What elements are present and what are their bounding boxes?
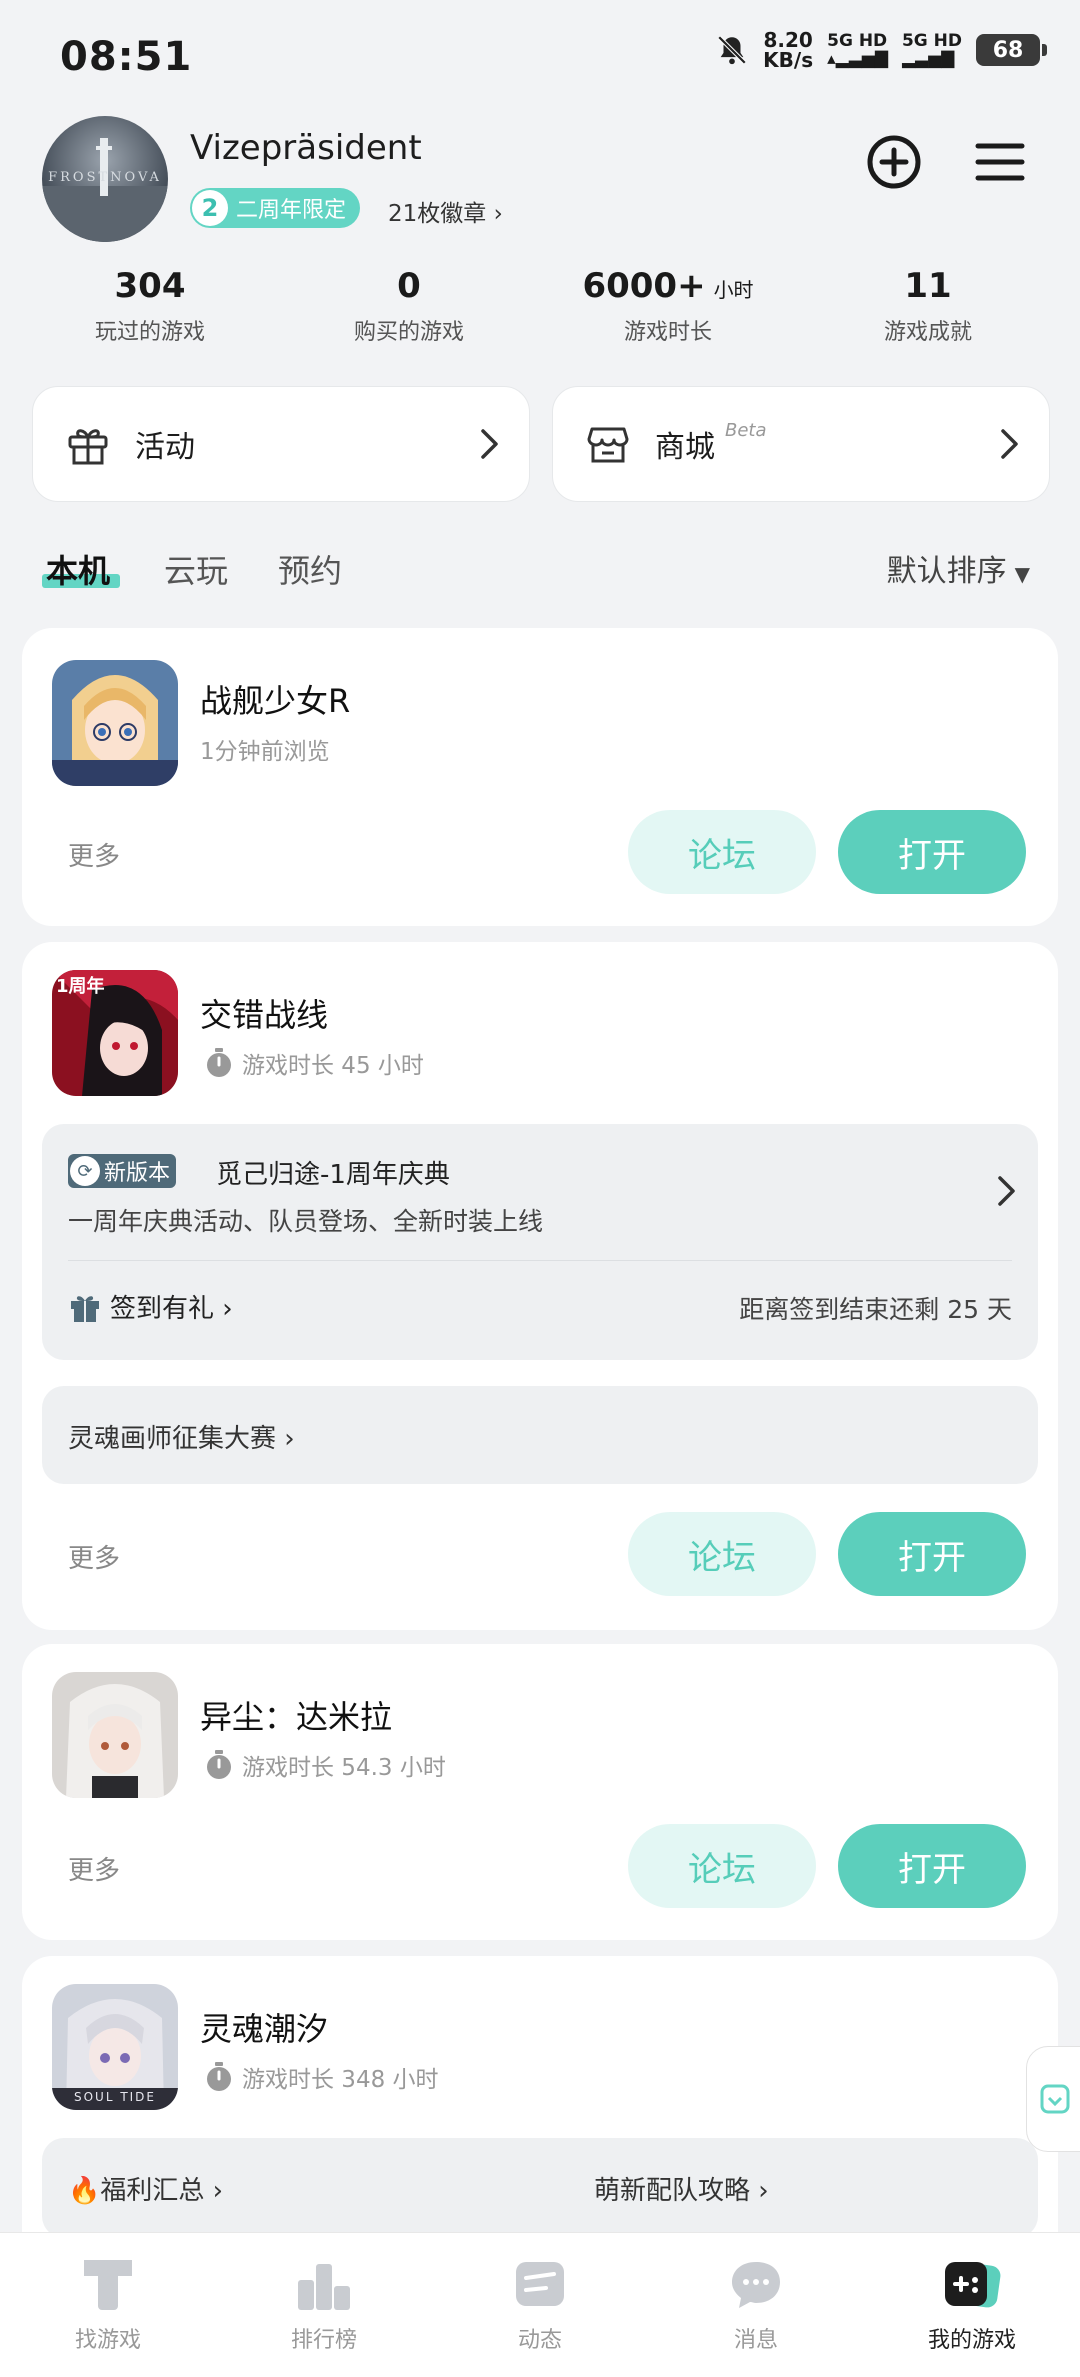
- game-icon[interactable]: [52, 1672, 178, 1798]
- badge-number: 2: [192, 190, 228, 226]
- game-icon[interactable]: SOUL TIDE: [52, 1984, 178, 2110]
- open-button[interactable]: 打开: [838, 1512, 1026, 1596]
- activity-label: 活动: [135, 430, 195, 465]
- open-button[interactable]: 打开: [838, 810, 1026, 894]
- game-sub: 1分钟前浏览: [200, 739, 330, 765]
- game-playtime: 游戏时长 54.3 小时: [204, 1748, 446, 1782]
- divider: [68, 1260, 1012, 1261]
- caret-down-icon: ▼: [1014, 562, 1030, 586]
- chevron-right-icon: [1001, 429, 1018, 459]
- network-speed: 8.20 KB/s: [763, 28, 814, 72]
- avatar[interactable]: FROSTNOVA: [42, 116, 168, 242]
- game-icon[interactable]: 1周年: [52, 970, 178, 1096]
- badge-label: 二周年限定: [236, 198, 347, 223]
- game-card-2[interactable]: 1周年 交错战线 游戏时长 45 小时 ⟳ 新版本 觅己归途-1周年庆典 一周年…: [22, 942, 1058, 1630]
- icon-anniversary-text: 1周年: [56, 976, 105, 997]
- guide-link[interactable]: 萌新配队攻略 ›: [594, 2170, 769, 2207]
- refresh-icon: ⟳: [70, 1156, 100, 1186]
- game-links-panel: 🔥福利汇总 › 萌新配队攻略 ›: [42, 2138, 1038, 2238]
- more-button[interactable]: 更多: [68, 836, 120, 873]
- game-name: 异尘：达米拉: [200, 1698, 393, 1736]
- forum-button[interactable]: 论坛: [628, 1512, 816, 1596]
- store-icon: [587, 427, 629, 463]
- more-button[interactable]: 更多: [68, 1850, 120, 1887]
- bell-muted-icon: [717, 35, 747, 65]
- update-panel[interactable]: ⟳ 新版本 觅己归途-1周年庆典 一周年庆典活动、队员登场、全新时装上线 签到有…: [42, 1124, 1038, 1360]
- anniversary-badge[interactable]: 2 二周年限定: [190, 188, 361, 228]
- stopwatch-icon: [207, 1750, 231, 1779]
- chevron-right-icon: [998, 1176, 1015, 1206]
- game-name: 战舰少女R: [200, 682, 351, 720]
- game-card-4[interactable]: SOUL TIDE 灵魂潮汐 游戏时长 348 小时 🔥福利汇总 › 萌新配队攻…: [22, 1956, 1058, 2276]
- find-games-icon: [84, 2260, 132, 2310]
- checkin-remaining: 距离签到结束还剩 25 天: [739, 1295, 1012, 1324]
- stopwatch-icon: [207, 1048, 231, 1077]
- nav-find-games[interactable]: 找游戏: [28, 2256, 188, 2354]
- game-name: 灵魂潮汐: [200, 2010, 329, 2048]
- contest-panel[interactable]: 灵魂画师征集大赛 ›: [42, 1386, 1038, 1484]
- signal-1: 5G HD ▴▂▃▅▇: [827, 31, 888, 69]
- store-card[interactable]: 商城 Beta: [552, 386, 1050, 502]
- rankings-icon: [298, 2264, 350, 2310]
- stat-achievements[interactable]: 11 游戏成就: [828, 266, 1028, 346]
- feed-icon: [516, 2262, 564, 2306]
- username[interactable]: Vizepräsident: [190, 128, 422, 168]
- forum-button[interactable]: 论坛: [628, 810, 816, 894]
- stat-purchased[interactable]: 0 购买的游戏: [309, 266, 509, 346]
- game-icon[interactable]: [52, 660, 178, 786]
- my-games-icon: [945, 2262, 1001, 2308]
- contest-link: 灵魂画师征集大赛 ›: [68, 1424, 295, 1454]
- status-bar: 08:51 8.20 KB/s 5G HD ▴▂▃▅▇ 5G HD ▂▃▅▇ 68: [0, 0, 1080, 110]
- open-button[interactable]: 打开: [838, 1824, 1026, 1908]
- chevron-right-icon: [481, 429, 498, 459]
- gift-icon: [68, 429, 108, 465]
- signal-2: 5G HD ▂▃▅▇: [901, 31, 962, 69]
- beta-label: Beta: [725, 419, 767, 441]
- tab-reserve[interactable]: 预约: [278, 546, 342, 592]
- nav-rankings[interactable]: 排行榜: [244, 2256, 404, 2354]
- sort-dropdown[interactable]: 默认排序 ▼: [887, 546, 1030, 590]
- more-button[interactable]: 更多: [68, 1538, 120, 1575]
- messages-icon: [732, 2262, 780, 2308]
- game-playtime: 游戏时长 45 小时: [204, 1046, 424, 1080]
- gift-icon: [71, 1295, 99, 1322]
- warship-girls-icon: [52, 660, 178, 786]
- battery-icon: 68: [976, 34, 1047, 66]
- welfare-link[interactable]: 🔥福利汇总 ›: [68, 2170, 223, 2207]
- nav-messages[interactable]: 消息: [676, 2256, 836, 2354]
- forum-button[interactable]: 论坛: [628, 1824, 816, 1908]
- new-version-tag: ⟳ 新版本: [68, 1154, 177, 1188]
- stopwatch-icon: [207, 2062, 231, 2091]
- stat-playtime[interactable]: 6000+ 小时 游戏时长: [568, 266, 768, 346]
- game-card-1[interactable]: 战舰少女R 1分钟前浏览 更多 论坛 打开: [22, 628, 1058, 926]
- medals-link[interactable]: 21枚徽章 ›: [388, 194, 503, 228]
- download-icon: [1040, 2084, 1070, 2114]
- stat-played[interactable]: 304 玩过的游戏: [50, 266, 250, 346]
- download-float-button[interactable]: [1026, 2046, 1080, 2152]
- update-title: 觅己归途-1周年庆典: [216, 1160, 450, 1190]
- activity-card[interactable]: 活动: [32, 386, 530, 502]
- menu-icon[interactable]: [970, 132, 1030, 192]
- icon-soul-tide-text: SOUL TIDE: [73, 2090, 157, 2104]
- game-playtime: 游戏时长 348 小时: [204, 2060, 439, 2094]
- nav-my-games[interactable]: 我的游戏: [892, 2256, 1052, 2354]
- add-circle-icon[interactable]: [864, 132, 924, 192]
- store-label: 商城: [655, 430, 715, 465]
- checkin-link[interactable]: 签到有礼 ›: [68, 1288, 233, 1325]
- game-name: 交错战线: [200, 996, 329, 1034]
- update-desc: 一周年庆典活动、队员登场、全新时装上线: [68, 1207, 544, 1236]
- nav-feed[interactable]: 动态: [460, 2256, 620, 2354]
- game-card-3[interactable]: 异尘：达米拉 游戏时长 54.3 小时 更多 论坛 打开: [22, 1644, 1058, 1940]
- damila-icon: [52, 1672, 178, 1798]
- status-icons: 8.20 KB/s 5G HD ▴▂▃▅▇ 5G HD ▂▃▅▇ 68: [715, 28, 1047, 72]
- tab-cloud[interactable]: 云玩: [164, 546, 228, 592]
- tab-local[interactable]: 本机: [46, 546, 110, 592]
- status-time: 08:51: [60, 34, 193, 80]
